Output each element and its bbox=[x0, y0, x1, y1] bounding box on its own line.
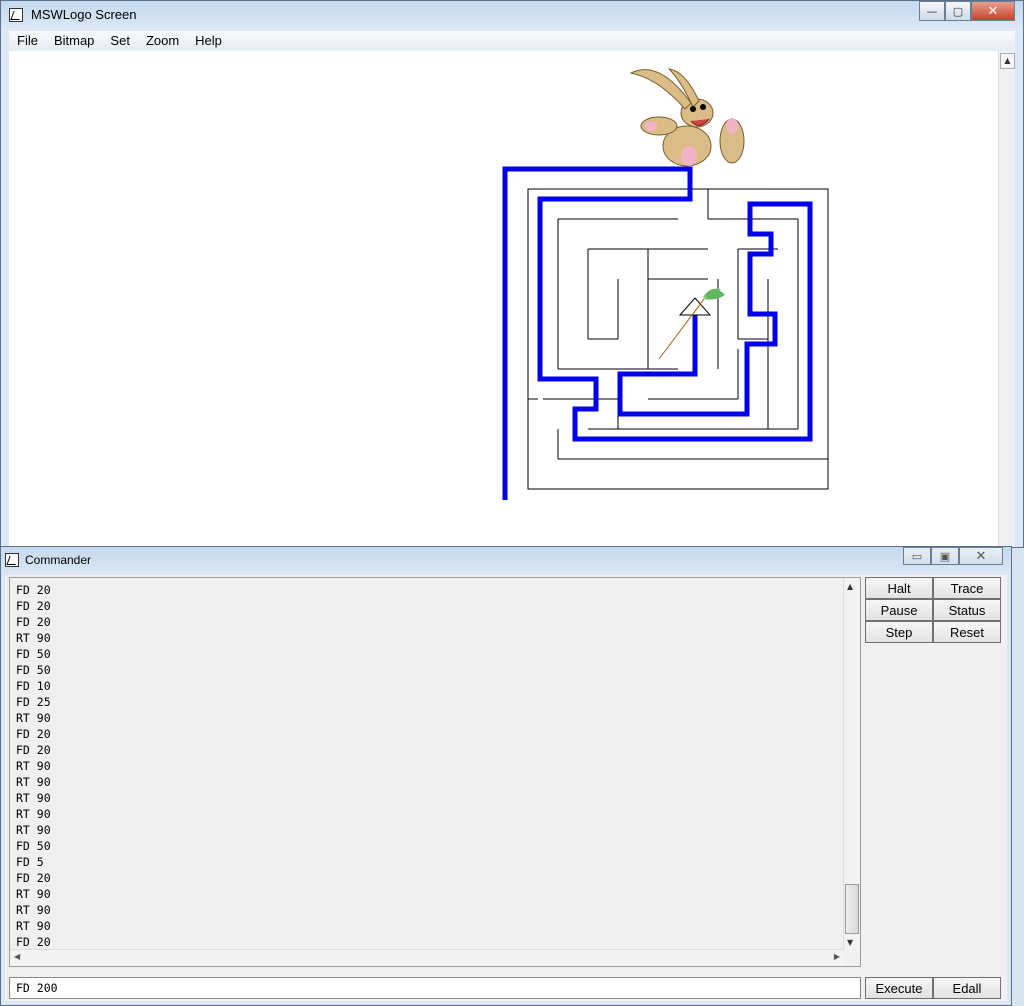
menu-help[interactable]: Help bbox=[187, 31, 230, 51]
scroll-down-icon[interactable]: ▼ bbox=[847, 938, 853, 947]
history-line: FD 20 bbox=[16, 599, 51, 613]
menu-bar: File Bitmap Set Zoom Help bbox=[9, 31, 1015, 51]
maximize-button[interactable]: ▢ bbox=[945, 1, 971, 21]
history-line: RT 90 bbox=[16, 631, 51, 645]
main-title-bar[interactable]: MSWLogo Screen — ▢ ✕ bbox=[1, 1, 1023, 29]
minimize-button[interactable]: — bbox=[919, 1, 945, 21]
turtle-icon bbox=[678, 297, 712, 316]
history-horizontal-scrollbar[interactable]: ◀ ▶ bbox=[10, 949, 844, 966]
close-button[interactable]: ✕ bbox=[971, 1, 1015, 21]
command-input[interactable] bbox=[9, 977, 861, 999]
history-line: RT 90 bbox=[16, 791, 51, 805]
history-line: RT 90 bbox=[16, 711, 51, 725]
control-buttons: Halt Trace Pause Status Step Reset bbox=[865, 577, 1001, 643]
menu-file[interactable]: File bbox=[9, 31, 46, 51]
history-line: FD 5 bbox=[16, 855, 44, 869]
scroll-left-icon[interactable]: ◀ bbox=[14, 952, 20, 961]
window-title: MSWLogo Screen bbox=[31, 7, 137, 22]
rabbit-icon bbox=[629, 68, 745, 167]
menu-set[interactable]: Set bbox=[102, 31, 138, 51]
scroll-thumb[interactable] bbox=[845, 884, 859, 934]
history-line: FD 20 bbox=[16, 743, 51, 757]
history-line: FD 20 bbox=[16, 727, 51, 741]
commander-title-bar[interactable]: Commander ▭ ▣ ✕ bbox=[1, 547, 1011, 575]
halt-button[interactable]: Halt bbox=[865, 577, 933, 599]
menu-zoom[interactable]: Zoom bbox=[138, 31, 187, 51]
menu-bitmap[interactable]: Bitmap bbox=[46, 31, 102, 51]
history-line: RT 90 bbox=[16, 823, 51, 837]
history-line: FD 50 bbox=[16, 839, 51, 853]
history-line: FD 20 bbox=[16, 583, 51, 597]
history-line: FD 20 bbox=[16, 935, 51, 949]
history-vertical-scrollbar[interactable]: ▲ ▼ bbox=[843, 578, 860, 952]
scroll-up-arrow-icon[interactable]: ▲ bbox=[1000, 53, 1015, 69]
commander-close-button[interactable]: ✕ bbox=[959, 547, 1003, 565]
msw-logo-screen-window: MSWLogo Screen — ▢ ✕ File Bitmap Set Zoo… bbox=[0, 0, 1024, 548]
step-button[interactable]: Step bbox=[865, 621, 933, 643]
commander-title: Commander bbox=[25, 553, 92, 567]
execute-buttons: Execute Edall bbox=[865, 977, 1001, 999]
pause-button[interactable]: Pause bbox=[865, 599, 933, 621]
command-history-list[interactable]: FD 20 FD 20 FD 20 RT 90 FD 50 FD 50 FD 10 FD 25… bbox=[9, 577, 861, 967]
scroll-up-icon[interactable]: ▲ bbox=[847, 582, 853, 591]
history-line: RT 90 bbox=[16, 759, 51, 773]
drawing-canvas[interactable] bbox=[9, 51, 999, 547]
history-line: RT 90 bbox=[16, 807, 51, 821]
commander-restore-button[interactable]: ▣ bbox=[931, 547, 959, 565]
canvas-vertical-scrollbar[interactable]: ▲ bbox=[998, 51, 1015, 547]
maze-drawing bbox=[502, 68, 829, 500]
trace-button[interactable]: Trace bbox=[933, 577, 1001, 599]
execute-button[interactable]: Execute bbox=[865, 977, 933, 999]
commander-body: FD 20 FD 20 FD 20 RT 90 FD 50 FD 50 FD 10 FD 25… bbox=[5, 575, 1007, 1001]
commander-window: Commander ▭ ▣ ✕ FD 20 FD 20 FD 20 RT 90 FD 5… bbox=[0, 546, 1012, 1006]
history-line: FD 20 bbox=[16, 615, 51, 629]
history-line: RT 90 bbox=[16, 903, 51, 917]
history-line: FD 10 bbox=[16, 679, 51, 693]
history-lines: FD 20 FD 20 FD 20 RT 90 FD 50 FD 50 FD 10 FD 25… bbox=[16, 582, 51, 950]
commander-minimize-button[interactable]: ▭ bbox=[903, 547, 931, 565]
scroll-right-icon[interactable]: ▶ bbox=[834, 952, 840, 961]
maze-walls bbox=[527, 188, 829, 490]
status-button[interactable]: Status bbox=[933, 599, 1001, 621]
history-line: FD 20 bbox=[16, 871, 51, 885]
commander-logo-icon bbox=[5, 553, 19, 567]
app-logo-icon bbox=[9, 8, 23, 22]
reset-button[interactable]: Reset bbox=[933, 621, 1001, 643]
history-line: RT 90 bbox=[16, 919, 51, 933]
history-line: FD 50 bbox=[16, 663, 51, 677]
edall-button[interactable]: Edall bbox=[933, 977, 1001, 999]
history-line: RT 90 bbox=[16, 775, 51, 789]
history-line: RT 90 bbox=[16, 887, 51, 901]
history-line: FD 50 bbox=[16, 647, 51, 661]
history-line: FD 25 bbox=[16, 695, 51, 709]
carrot-icon bbox=[658, 288, 725, 360]
